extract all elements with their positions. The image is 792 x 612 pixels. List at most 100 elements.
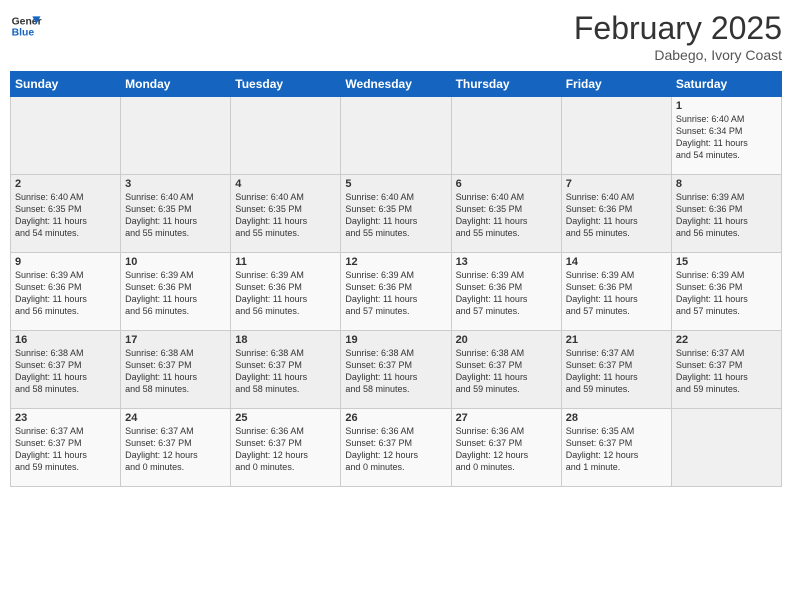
table-row: 7Sunrise: 6:40 AM Sunset: 6:36 PM Daylig… <box>561 175 671 253</box>
table-row: 8Sunrise: 6:39 AM Sunset: 6:36 PM Daylig… <box>671 175 781 253</box>
day-number: 8 <box>676 178 777 190</box>
day-info: Sunrise: 6:36 AM Sunset: 6:37 PM Dayligh… <box>235 425 336 474</box>
calendar-header-row: Sunday Monday Tuesday Wednesday Thursday… <box>11 72 782 97</box>
day-number: 12 <box>345 256 446 268</box>
calendar-week-3: 16Sunrise: 6:38 AM Sunset: 6:37 PM Dayli… <box>11 331 782 409</box>
calendar-table: Sunday Monday Tuesday Wednesday Thursday… <box>10 71 782 487</box>
table-row: 22Sunrise: 6:37 AM Sunset: 6:37 PM Dayli… <box>671 331 781 409</box>
day-info: Sunrise: 6:39 AM Sunset: 6:36 PM Dayligh… <box>15 269 116 318</box>
day-info: Sunrise: 6:37 AM Sunset: 6:37 PM Dayligh… <box>15 425 116 474</box>
col-wednesday: Wednesday <box>341 72 451 97</box>
day-number: 17 <box>125 334 226 346</box>
table-row: 27Sunrise: 6:36 AM Sunset: 6:37 PM Dayli… <box>451 409 561 487</box>
day-number: 21 <box>566 334 667 346</box>
day-number: 4 <box>235 178 336 190</box>
table-row: 23Sunrise: 6:37 AM Sunset: 6:37 PM Dayli… <box>11 409 121 487</box>
table-row: 28Sunrise: 6:35 AM Sunset: 6:37 PM Dayli… <box>561 409 671 487</box>
table-row: 13Sunrise: 6:39 AM Sunset: 6:36 PM Dayli… <box>451 253 561 331</box>
day-info: Sunrise: 6:39 AM Sunset: 6:36 PM Dayligh… <box>456 269 557 318</box>
table-row <box>11 97 121 175</box>
day-number: 6 <box>456 178 557 190</box>
day-number: 28 <box>566 412 667 424</box>
svg-text:Blue: Blue <box>12 28 35 39</box>
calendar-week-1: 2Sunrise: 6:40 AM Sunset: 6:35 PM Daylig… <box>11 175 782 253</box>
calendar-week-0: 1Sunrise: 6:40 AM Sunset: 6:34 PM Daylig… <box>11 97 782 175</box>
table-row: 10Sunrise: 6:39 AM Sunset: 6:36 PM Dayli… <box>121 253 231 331</box>
header: General Blue February 2025 Dabego, Ivory… <box>10 10 782 63</box>
day-info: Sunrise: 6:40 AM Sunset: 6:35 PM Dayligh… <box>345 191 446 240</box>
logo: General Blue <box>10 10 46 42</box>
day-number: 24 <box>125 412 226 424</box>
calendar-week-4: 23Sunrise: 6:37 AM Sunset: 6:37 PM Dayli… <box>11 409 782 487</box>
day-info: Sunrise: 6:39 AM Sunset: 6:36 PM Dayligh… <box>235 269 336 318</box>
col-thursday: Thursday <box>451 72 561 97</box>
day-number: 1 <box>676 100 777 112</box>
col-monday: Monday <box>121 72 231 97</box>
month-title: February 2025 <box>574 10 782 47</box>
table-row <box>231 97 341 175</box>
day-number: 7 <box>566 178 667 190</box>
day-info: Sunrise: 6:36 AM Sunset: 6:37 PM Dayligh… <box>456 425 557 474</box>
day-info: Sunrise: 6:40 AM Sunset: 6:34 PM Dayligh… <box>676 113 777 162</box>
day-info: Sunrise: 6:38 AM Sunset: 6:37 PM Dayligh… <box>235 347 336 396</box>
day-info: Sunrise: 6:40 AM Sunset: 6:35 PM Dayligh… <box>125 191 226 240</box>
table-row: 2Sunrise: 6:40 AM Sunset: 6:35 PM Daylig… <box>11 175 121 253</box>
day-info: Sunrise: 6:40 AM Sunset: 6:36 PM Dayligh… <box>566 191 667 240</box>
day-number: 25 <box>235 412 336 424</box>
day-number: 13 <box>456 256 557 268</box>
day-info: Sunrise: 6:35 AM Sunset: 6:37 PM Dayligh… <box>566 425 667 474</box>
day-number: 3 <box>125 178 226 190</box>
day-number: 20 <box>456 334 557 346</box>
table-row: 24Sunrise: 6:37 AM Sunset: 6:37 PM Dayli… <box>121 409 231 487</box>
day-number: 27 <box>456 412 557 424</box>
table-row: 19Sunrise: 6:38 AM Sunset: 6:37 PM Dayli… <box>341 331 451 409</box>
day-number: 16 <box>15 334 116 346</box>
day-info: Sunrise: 6:39 AM Sunset: 6:36 PM Dayligh… <box>676 191 777 240</box>
day-number: 9 <box>15 256 116 268</box>
table-row: 11Sunrise: 6:39 AM Sunset: 6:36 PM Dayli… <box>231 253 341 331</box>
table-row: 1Sunrise: 6:40 AM Sunset: 6:34 PM Daylig… <box>671 97 781 175</box>
day-number: 22 <box>676 334 777 346</box>
day-info: Sunrise: 6:39 AM Sunset: 6:36 PM Dayligh… <box>566 269 667 318</box>
day-info: Sunrise: 6:38 AM Sunset: 6:37 PM Dayligh… <box>345 347 446 396</box>
table-row: 12Sunrise: 6:39 AM Sunset: 6:36 PM Dayli… <box>341 253 451 331</box>
day-info: Sunrise: 6:37 AM Sunset: 6:37 PM Dayligh… <box>676 347 777 396</box>
table-row: 16Sunrise: 6:38 AM Sunset: 6:37 PM Dayli… <box>11 331 121 409</box>
calendar-week-2: 9Sunrise: 6:39 AM Sunset: 6:36 PM Daylig… <box>11 253 782 331</box>
col-friday: Friday <box>561 72 671 97</box>
table-row: 25Sunrise: 6:36 AM Sunset: 6:37 PM Dayli… <box>231 409 341 487</box>
day-info: Sunrise: 6:38 AM Sunset: 6:37 PM Dayligh… <box>15 347 116 396</box>
table-row: 20Sunrise: 6:38 AM Sunset: 6:37 PM Dayli… <box>451 331 561 409</box>
col-saturday: Saturday <box>671 72 781 97</box>
table-row <box>561 97 671 175</box>
day-info: Sunrise: 6:40 AM Sunset: 6:35 PM Dayligh… <box>15 191 116 240</box>
table-row <box>451 97 561 175</box>
day-info: Sunrise: 6:39 AM Sunset: 6:36 PM Dayligh… <box>125 269 226 318</box>
table-row: 3Sunrise: 6:40 AM Sunset: 6:35 PM Daylig… <box>121 175 231 253</box>
calendar-body: 1Sunrise: 6:40 AM Sunset: 6:34 PM Daylig… <box>11 97 782 487</box>
table-row: 26Sunrise: 6:36 AM Sunset: 6:37 PM Dayli… <box>341 409 451 487</box>
table-row: 4Sunrise: 6:40 AM Sunset: 6:35 PM Daylig… <box>231 175 341 253</box>
day-number: 26 <box>345 412 446 424</box>
day-info: Sunrise: 6:37 AM Sunset: 6:37 PM Dayligh… <box>566 347 667 396</box>
logo-icon: General Blue <box>10 10 42 42</box>
day-number: 11 <box>235 256 336 268</box>
table-row: 17Sunrise: 6:38 AM Sunset: 6:37 PM Dayli… <box>121 331 231 409</box>
page: General Blue February 2025 Dabego, Ivory… <box>0 0 792 612</box>
day-number: 18 <box>235 334 336 346</box>
table-row <box>121 97 231 175</box>
table-row: 14Sunrise: 6:39 AM Sunset: 6:36 PM Dayli… <box>561 253 671 331</box>
day-info: Sunrise: 6:36 AM Sunset: 6:37 PM Dayligh… <box>345 425 446 474</box>
col-tuesday: Tuesday <box>231 72 341 97</box>
day-number: 2 <box>15 178 116 190</box>
table-row: 6Sunrise: 6:40 AM Sunset: 6:35 PM Daylig… <box>451 175 561 253</box>
col-sunday: Sunday <box>11 72 121 97</box>
day-info: Sunrise: 6:39 AM Sunset: 6:36 PM Dayligh… <box>676 269 777 318</box>
day-info: Sunrise: 6:38 AM Sunset: 6:37 PM Dayligh… <box>125 347 226 396</box>
day-number: 10 <box>125 256 226 268</box>
day-number: 19 <box>345 334 446 346</box>
day-info: Sunrise: 6:40 AM Sunset: 6:35 PM Dayligh… <box>235 191 336 240</box>
table-row: 21Sunrise: 6:37 AM Sunset: 6:37 PM Dayli… <box>561 331 671 409</box>
title-area: February 2025 Dabego, Ivory Coast <box>574 10 782 63</box>
table-row <box>341 97 451 175</box>
